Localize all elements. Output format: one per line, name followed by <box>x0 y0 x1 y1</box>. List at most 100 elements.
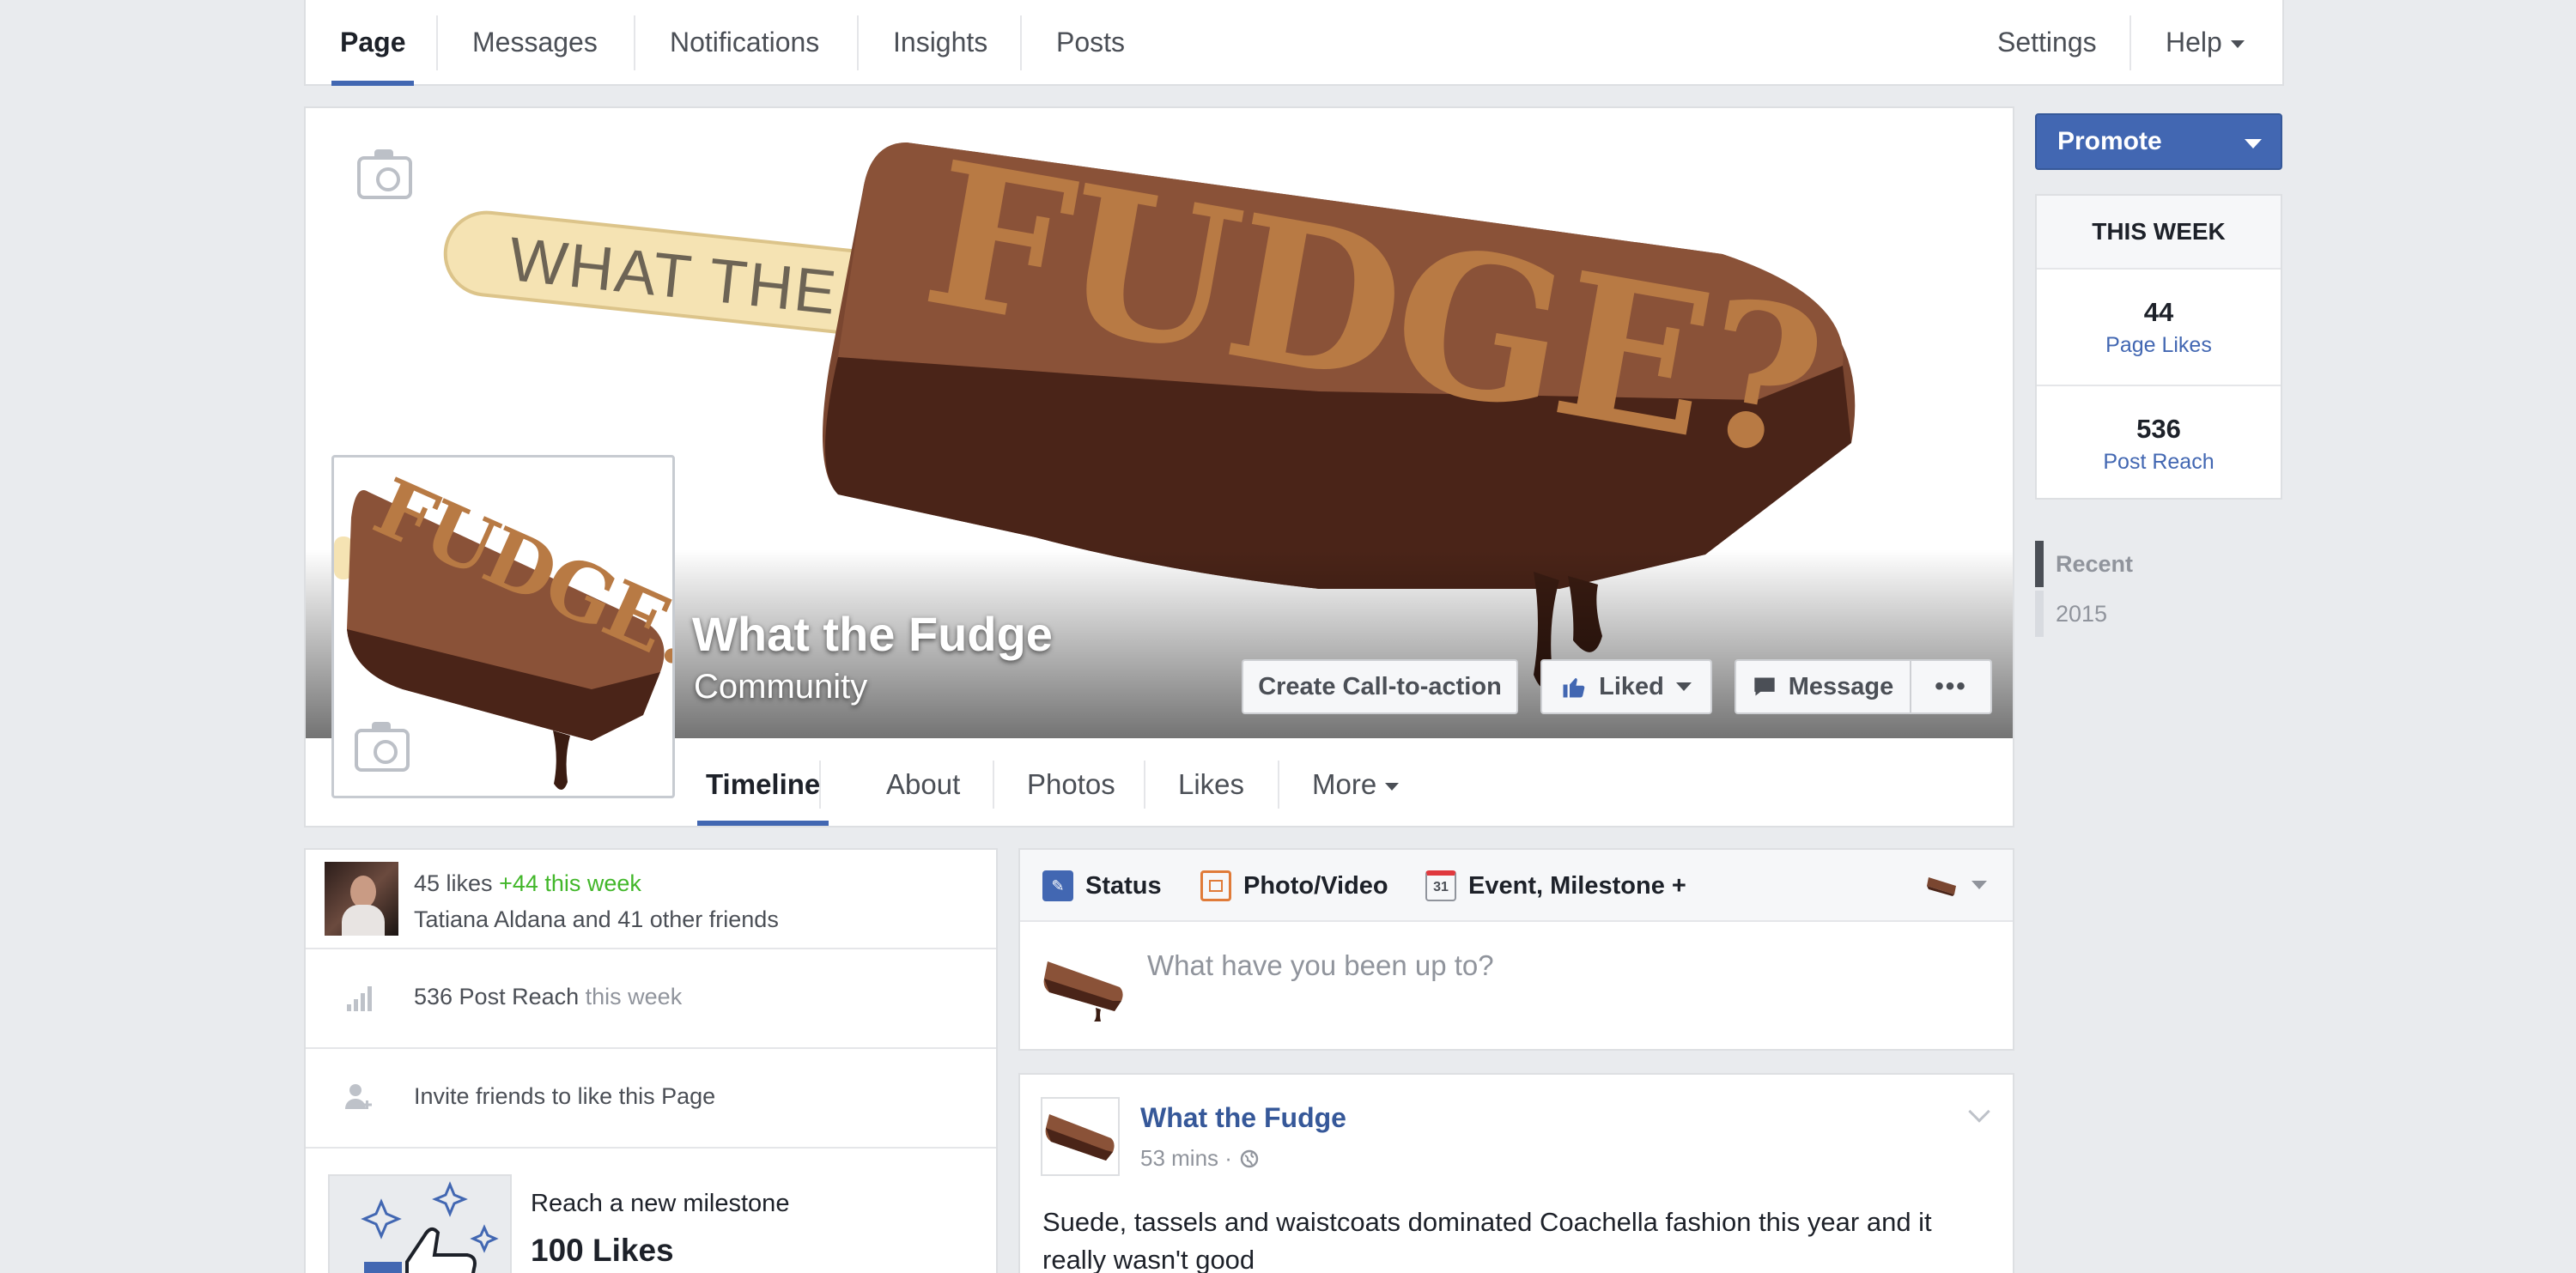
post-timestamp[interactable]: 53 mins · <box>1140 1145 1232 1172</box>
invite-friends-row[interactable]: Invite friends to like this Page <box>306 1049 996 1149</box>
caret-down-icon <box>2230 39 2245 48</box>
liked-label: Liked <box>1599 672 1664 700</box>
fudge-avatar-icon <box>1927 877 1956 896</box>
this-week-heading: THIS WEEK <box>2037 196 2281 270</box>
message-button[interactable]: Message <box>1735 659 1911 714</box>
tab-about[interactable]: About <box>886 743 960 826</box>
message-label: Message <box>1788 672 1894 700</box>
calendar-icon: 31 <box>1425 870 1456 901</box>
tab-photos[interactable]: Photos <box>1027 743 1115 826</box>
post-composer: ✎ Status Photo/Video 31 Event, Milestone… <box>1018 848 2014 1051</box>
cta-label: Create Call-to-action <box>1258 672 1502 700</box>
tab-notifications[interactable]: Notifications <box>635 0 854 84</box>
stat-value: 536 <box>2136 414 2181 444</box>
photo-icon <box>1200 870 1231 901</box>
help-menu[interactable]: Help <box>2131 0 2279 84</box>
help-label: Help <box>2166 26 2222 58</box>
caret-down-icon <box>2245 139 2262 149</box>
tab-more[interactable]: More <box>1312 743 1400 826</box>
stat-label: Page Likes <box>2105 333 2212 357</box>
tab-posts[interactable]: Posts <box>1022 0 1159 84</box>
page-top-nav: Page Messages Notifications Insights Pos… <box>304 0 2284 86</box>
post-reach-period: this week <box>585 984 683 1009</box>
thumbs-up-icon <box>1563 678 1585 698</box>
create-call-to-action-button[interactable]: Create Call-to-action <box>1242 659 1518 714</box>
more-options-button[interactable]: ••• <box>1910 659 1992 714</box>
tab-photos-label: Photos <box>1027 768 1115 800</box>
post-reach-stat[interactable]: 536 Post Reach <box>2037 385 2281 500</box>
pencil-icon: ✎ <box>1042 870 1073 901</box>
tab-divider <box>1144 761 1145 809</box>
tab-likes-label: Likes <box>1178 768 1245 800</box>
milestone-title: Reach a new milestone <box>531 1190 790 1217</box>
cover-card: WHAT THE FUDGE? FUDGE? What the Fudge Co… <box>304 106 2014 827</box>
nav-indicator <box>2035 541 2044 587</box>
calendar-day: 31 <box>1433 880 1449 894</box>
tab-insights[interactable]: Insights <box>859 0 1022 84</box>
post-as-selector[interactable] <box>1925 872 1987 898</box>
likes-row[interactable]: 45 likes +44 this week Tatiana Aldana an… <box>306 850 996 949</box>
globe-icon <box>1240 1149 1259 1167</box>
composer-tab-label: Status <box>1085 871 1162 900</box>
tab-timeline[interactable]: Timeline <box>696 743 829 826</box>
profile-picture[interactable]: FUDGE? <box>331 455 675 798</box>
milestone-target: 100 Likes <box>531 1233 674 1268</box>
page-category: Community <box>694 668 868 706</box>
change-cover-camera-icon[interactable] <box>357 149 412 199</box>
tab-divider <box>1278 761 1279 809</box>
chevron-down-icon[interactable] <box>1968 1100 1990 1123</box>
composer-tab-event-milestone[interactable]: 31 Event, Milestone + <box>1425 850 1686 922</box>
message-icon <box>1754 677 1775 696</box>
change-profile-camera-icon[interactable] <box>355 722 410 772</box>
composer-tabs: ✎ Status Photo/Video 31 Event, Milestone… <box>1020 850 2013 922</box>
tab-notifications-label: Notifications <box>670 26 820 58</box>
invite-person-icon <box>345 1084 372 1109</box>
stat-value: 44 <box>2143 297 2174 327</box>
tab-divider <box>819 761 821 809</box>
settings-label: Settings <box>1997 26 2097 58</box>
thumbs-up-sparkle-icon <box>361 1181 499 1273</box>
milestone-illustration <box>328 1174 512 1273</box>
timeline-nav-2015[interactable]: 2015 <box>2035 591 2107 637</box>
page-summary-card: 45 likes +44 this week Tatiana Aldana an… <box>304 848 998 1273</box>
more-dots-icon: ••• <box>1935 672 1967 700</box>
tab-posts-label: Posts <box>1056 26 1126 58</box>
tab-more-label: More <box>1312 768 1377 800</box>
composer-avatar <box>1041 944 1127 1021</box>
promote-label: Promote <box>2057 127 2162 155</box>
caret-down-icon <box>1971 881 1987 889</box>
settings-link[interactable]: Settings <box>1963 0 2131 84</box>
composer-tab-label: Event, Milestone + <box>1468 871 1686 900</box>
tab-page[interactable]: Page <box>306 0 440 86</box>
timeline-nav-recent[interactable]: Recent <box>2035 541 2133 587</box>
composer-tab-label: Photo/Video <box>1243 871 1388 900</box>
post-author-name[interactable]: What the Fudge <box>1140 1102 1346 1134</box>
status-input[interactable]: What have you been up to? <box>1147 949 1494 982</box>
tab-insights-label: Insights <box>893 26 988 58</box>
friend-avatars <box>325 862 398 936</box>
this-week-card: THIS WEEK 44 Page Likes 536 Post Reach <box>2035 194 2282 500</box>
timeline-nav-label: 2015 <box>2056 600 2108 627</box>
post-meta: 53 mins · <box>1140 1145 1260 1172</box>
composer-tab-photo-video[interactable]: Photo/Video <box>1200 850 1388 922</box>
page-likes-stat[interactable]: 44 Page Likes <box>2037 270 2281 385</box>
page-title: What the Fudge <box>692 607 1053 661</box>
timeline-post: What the Fudge 53 mins · Suede, tassels … <box>1018 1073 2014 1273</box>
stat-label: Post Reach <box>2103 450 2215 474</box>
post-reach-row[interactable]: 536 Post Reach this week <box>306 949 996 1049</box>
timeline-nav-label: Recent <box>2056 550 2134 577</box>
post-author-avatar[interactable] <box>1041 1097 1120 1176</box>
tab-timeline-label: Timeline <box>706 768 821 800</box>
composer-tab-status[interactable]: ✎ Status <box>1042 850 1162 922</box>
tab-likes[interactable]: Likes <box>1178 743 1244 826</box>
tab-messages[interactable]: Messages <box>438 0 632 84</box>
friends-who-like[interactable]: Tatiana Aldana and 41 other friends <box>414 906 779 933</box>
promote-button[interactable]: Promote <box>2035 113 2282 170</box>
tab-divider <box>993 761 994 809</box>
liked-button[interactable]: Liked <box>1540 659 1712 714</box>
nav-indicator <box>2035 591 2044 637</box>
post-reach-value: 536 Post Reach <box>414 984 580 1009</box>
caret-down-icon <box>1385 782 1400 791</box>
tab-messages-label: Messages <box>472 26 598 58</box>
bar-chart-icon <box>347 986 372 1011</box>
